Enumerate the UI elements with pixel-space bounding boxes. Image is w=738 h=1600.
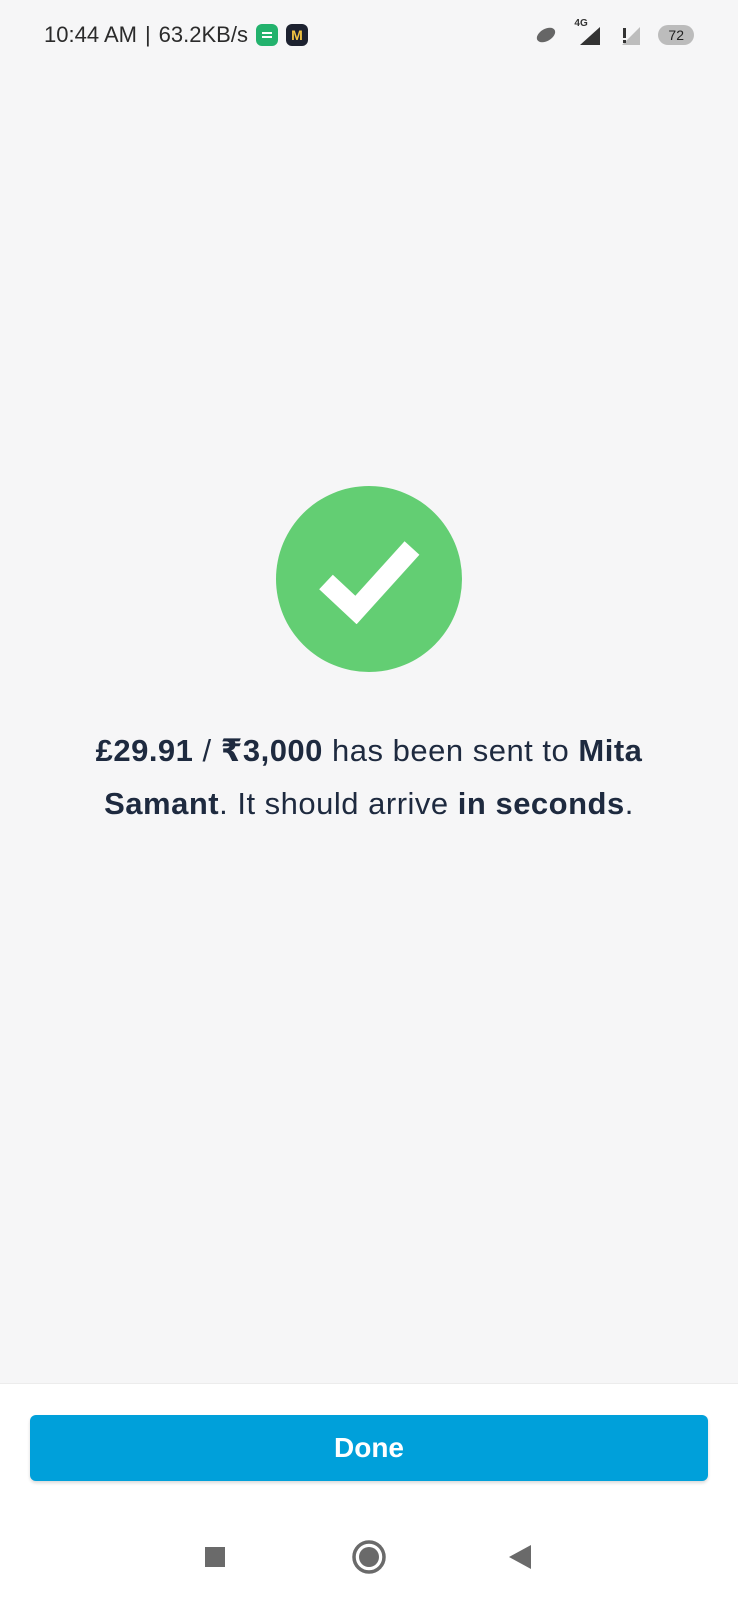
status-left: 10:44 AM | 63.2KB/s M — [44, 22, 308, 48]
arrival-time-seconds: seconds — [495, 786, 625, 821]
action-panel: Done — [0, 1383, 738, 1515]
network-type: 4G — [574, 18, 588, 29]
signal-icon: 4G — [574, 18, 604, 46]
success-checkmark-badge — [276, 486, 462, 672]
arrival-time-in: in — [457, 786, 487, 821]
amount-separator: / — [193, 733, 221, 768]
status-right: 4G 72 — [532, 18, 694, 46]
system-nav-bar — [0, 1514, 738, 1600]
checkmark-icon — [319, 541, 420, 624]
status-bar: 10:44 AM | 63.2KB/s M 4G 72 — [0, 0, 738, 70]
arrival-suffix: . — [624, 786, 634, 821]
battery-icon: 72 — [658, 25, 694, 45]
recents-button[interactable] — [193, 1535, 237, 1579]
home-button[interactable] — [347, 1535, 391, 1579]
network-speed: 63.2KB/s — [158, 22, 248, 47]
square-recents-icon — [205, 1547, 225, 1567]
triangle-back-icon — [509, 1545, 531, 1569]
arrival-prefix: . It should arrive — [219, 786, 458, 821]
messaging-app-icon — [255, 24, 278, 46]
back-button[interactable] — [498, 1535, 542, 1579]
amount-inr: ₹3,000 — [220, 733, 323, 768]
amount-gbp: £29.91 — [95, 733, 194, 768]
status-time: 10:44 AM — [44, 22, 137, 47]
status-separator: | — [144, 22, 151, 47]
m-app-icon: M — [285, 24, 308, 46]
done-button[interactable]: Done — [30, 1415, 708, 1481]
sent-text: has been sent to — [322, 733, 570, 768]
sim-signal-icon — [622, 27, 641, 45]
confirmation-message: £29.91 / ₹3,000 has been sent to Mita Sa… — [69, 724, 669, 830]
success-content: £29.91 / ₹3,000 has been sent to Mita Sa… — [0, 470, 738, 830]
link-icon — [537, 27, 556, 43]
circle-home-icon — [352, 1540, 386, 1574]
